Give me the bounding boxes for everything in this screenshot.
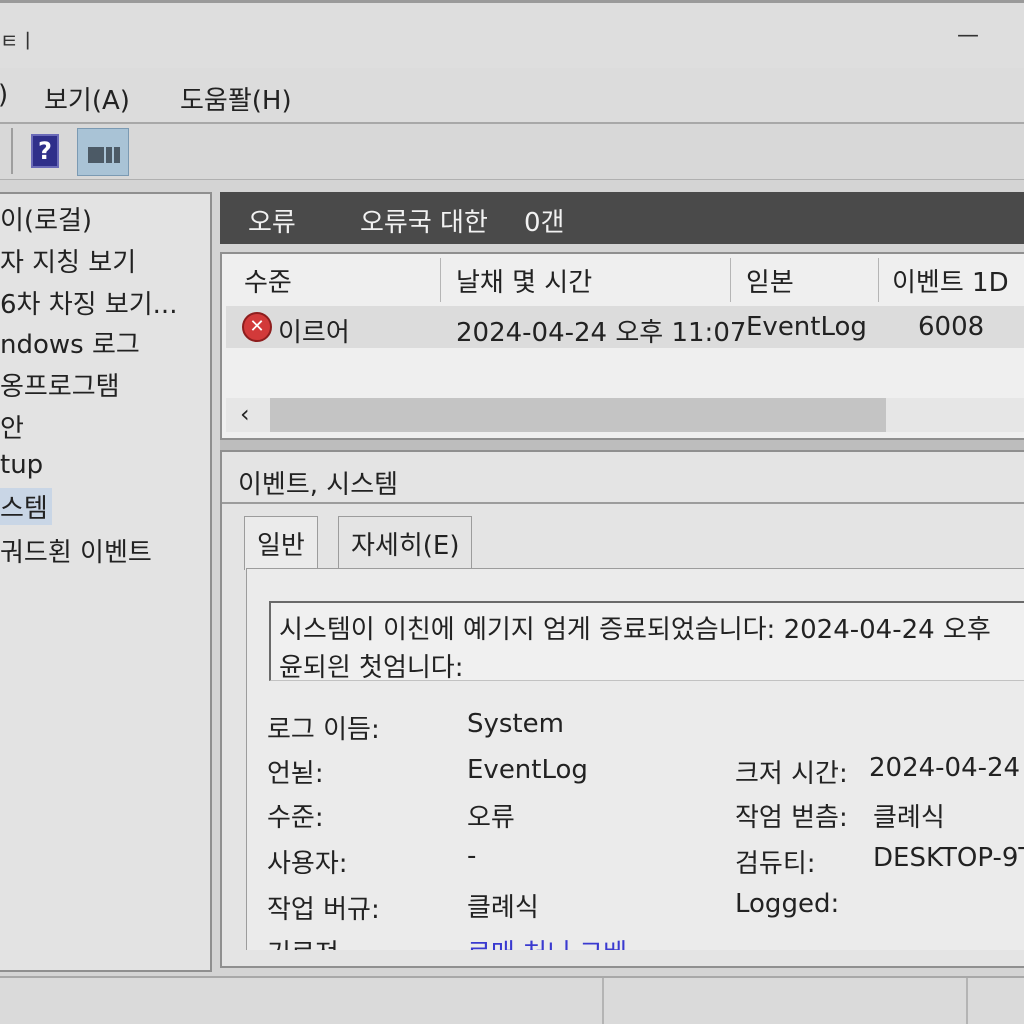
scrollbar-thumb[interactable] (270, 398, 886, 432)
event-details-pane: 이벤트, 시스템 일반 자세히(E) 시스템이 이친에 예기지 엄게 증료되었슴… (220, 450, 1024, 968)
minimize-button[interactable]: — (957, 23, 979, 48)
title-bar: ㅌㅣ — (0, 0, 1024, 68)
source-value: EventLog (467, 755, 588, 785)
toolbar: ? (0, 124, 1024, 180)
menu-action[interactable]: ) (0, 80, 8, 110)
tree-item-security[interactable]: 안 (0, 408, 28, 445)
menu-view[interactable]: 보기(A) (44, 80, 130, 117)
tree-item-system[interactable]: 스템 (0, 488, 52, 525)
status-divider (602, 978, 604, 1024)
level-label: 수준: (267, 803, 324, 833)
keywords-label: Logged: (735, 889, 840, 919)
general-tab-content: 시스템이 이친에 예기지 엄게 증료되었슴니다: 2024-04-24 오후 윤… (246, 568, 1024, 950)
tree-item-windows-logs[interactable]: ndows 로그 (0, 324, 144, 361)
pane-glyph-part (106, 147, 112, 163)
status-divider (966, 978, 968, 1024)
log-name-value: System (467, 709, 564, 739)
menu-help[interactable]: 도움퐐(H) (180, 80, 292, 117)
logged-time-value: 2024-04-24 (869, 753, 1021, 783)
event-description-line: 시스템이 이친에 예기지 엄게 증료되었슴니다: 2024-04-24 오후 (279, 615, 991, 645)
details-title: 이벤트, 시스템 (238, 470, 399, 500)
event-log-online-help-link[interactable]: 로매 처니 그베 (467, 933, 627, 950)
event-row[interactable]: ✕ 이르어 2024-04-24 오후 11:07 EventLog 6008 (226, 306, 1024, 348)
show-hide-pane-icon[interactable] (77, 128, 129, 176)
logged-time-label: 크저 시간: (735, 759, 848, 789)
tree-item-custom-views[interactable]: 자 지칭 보기 (0, 242, 140, 279)
user-value: - (467, 841, 477, 871)
computer-label: 검듀티: (735, 849, 816, 879)
tree-item-forwarded-events[interactable]: 궈드횐 이벤트 (0, 532, 156, 569)
pane-splitter[interactable] (220, 440, 1024, 450)
horizontal-scrollbar[interactable]: ‹ (226, 398, 1024, 432)
event-description-line: 윤되읜 첫엄니다: (279, 653, 464, 683)
tree-item-admin-views[interactable]: 6차 차징 보기... (0, 284, 181, 321)
level-value: 오류 (467, 803, 515, 833)
pane-glyph-part (88, 147, 104, 163)
column-header-level[interactable]: 수준 (244, 262, 292, 299)
log-header: 오류 오류국 대한 0갠 (220, 192, 1024, 244)
log-header-count: 0갠 (524, 208, 565, 238)
pane-glyph-part (114, 147, 120, 163)
column-header-source[interactable]: 읻본 (746, 262, 794, 299)
status-bar (0, 976, 1024, 1024)
opcode-label: 작업 버규: (267, 895, 380, 925)
column-divider[interactable] (730, 258, 731, 302)
column-header-event-id[interactable]: 이벤트 1D (892, 262, 1009, 299)
tree-item-event-viewer-local[interactable]: 이(로걸) (0, 200, 96, 237)
column-divider[interactable] (440, 258, 441, 302)
event-list: 수준 날채 몇 시간 읻본 이벤트 1D ✕ 이르어 2024-04-24 오후… (220, 252, 1024, 440)
user-label: 사용자: (267, 849, 348, 879)
divider (222, 502, 1024, 504)
scroll-left-icon[interactable]: ‹ (240, 400, 250, 428)
event-source: EventLog (746, 312, 867, 342)
event-description-box[interactable]: 시스템이 이친에 예기지 엄게 증료되었슴니다: 2024-04-24 오후 윤… (269, 601, 1024, 683)
column-header-date-time[interactable]: 날채 몇 시간 (456, 262, 592, 299)
log-name-label: 로그 이듬: (267, 715, 380, 745)
event-level: 이르어 (278, 318, 350, 348)
log-header-name: 오류 (248, 208, 296, 238)
task-category-label: 작엄 벋츰: (735, 803, 848, 833)
event-date-time: 2024-04-24 오후 11:07 (456, 318, 747, 348)
error-icon: ✕ (242, 312, 272, 342)
tab-details[interactable]: 자세히(E) (338, 516, 473, 568)
toolbar-separator (11, 128, 13, 174)
task-category-value: 클례식 (873, 803, 945, 833)
navigation-tree: 이(로걸) 자 지칭 보기 6차 차징 보기... ndows 로그 옹프로그탬… (0, 192, 212, 972)
window-title: ㅌㅣ (0, 29, 37, 53)
event-id: 6008 (918, 312, 985, 342)
tree-item-setup[interactable]: tup (0, 450, 47, 480)
tree-item-application[interactable]: 옹프로그탬 (0, 366, 124, 403)
more-info-label: 기르져 (267, 933, 339, 950)
menu-bar: ) 보기(A) 도움퐐(H) (0, 68, 1024, 124)
help-icon[interactable]: ? (31, 134, 59, 168)
source-label: 언뇓: (267, 759, 324, 789)
computer-value: DESKTOP-9T (873, 843, 1024, 873)
tab-general[interactable]: 일반 (244, 516, 318, 570)
column-divider[interactable] (878, 258, 879, 302)
log-header-summary: 오류국 대한 (360, 208, 488, 238)
opcode-value: 클례식 (467, 893, 539, 923)
